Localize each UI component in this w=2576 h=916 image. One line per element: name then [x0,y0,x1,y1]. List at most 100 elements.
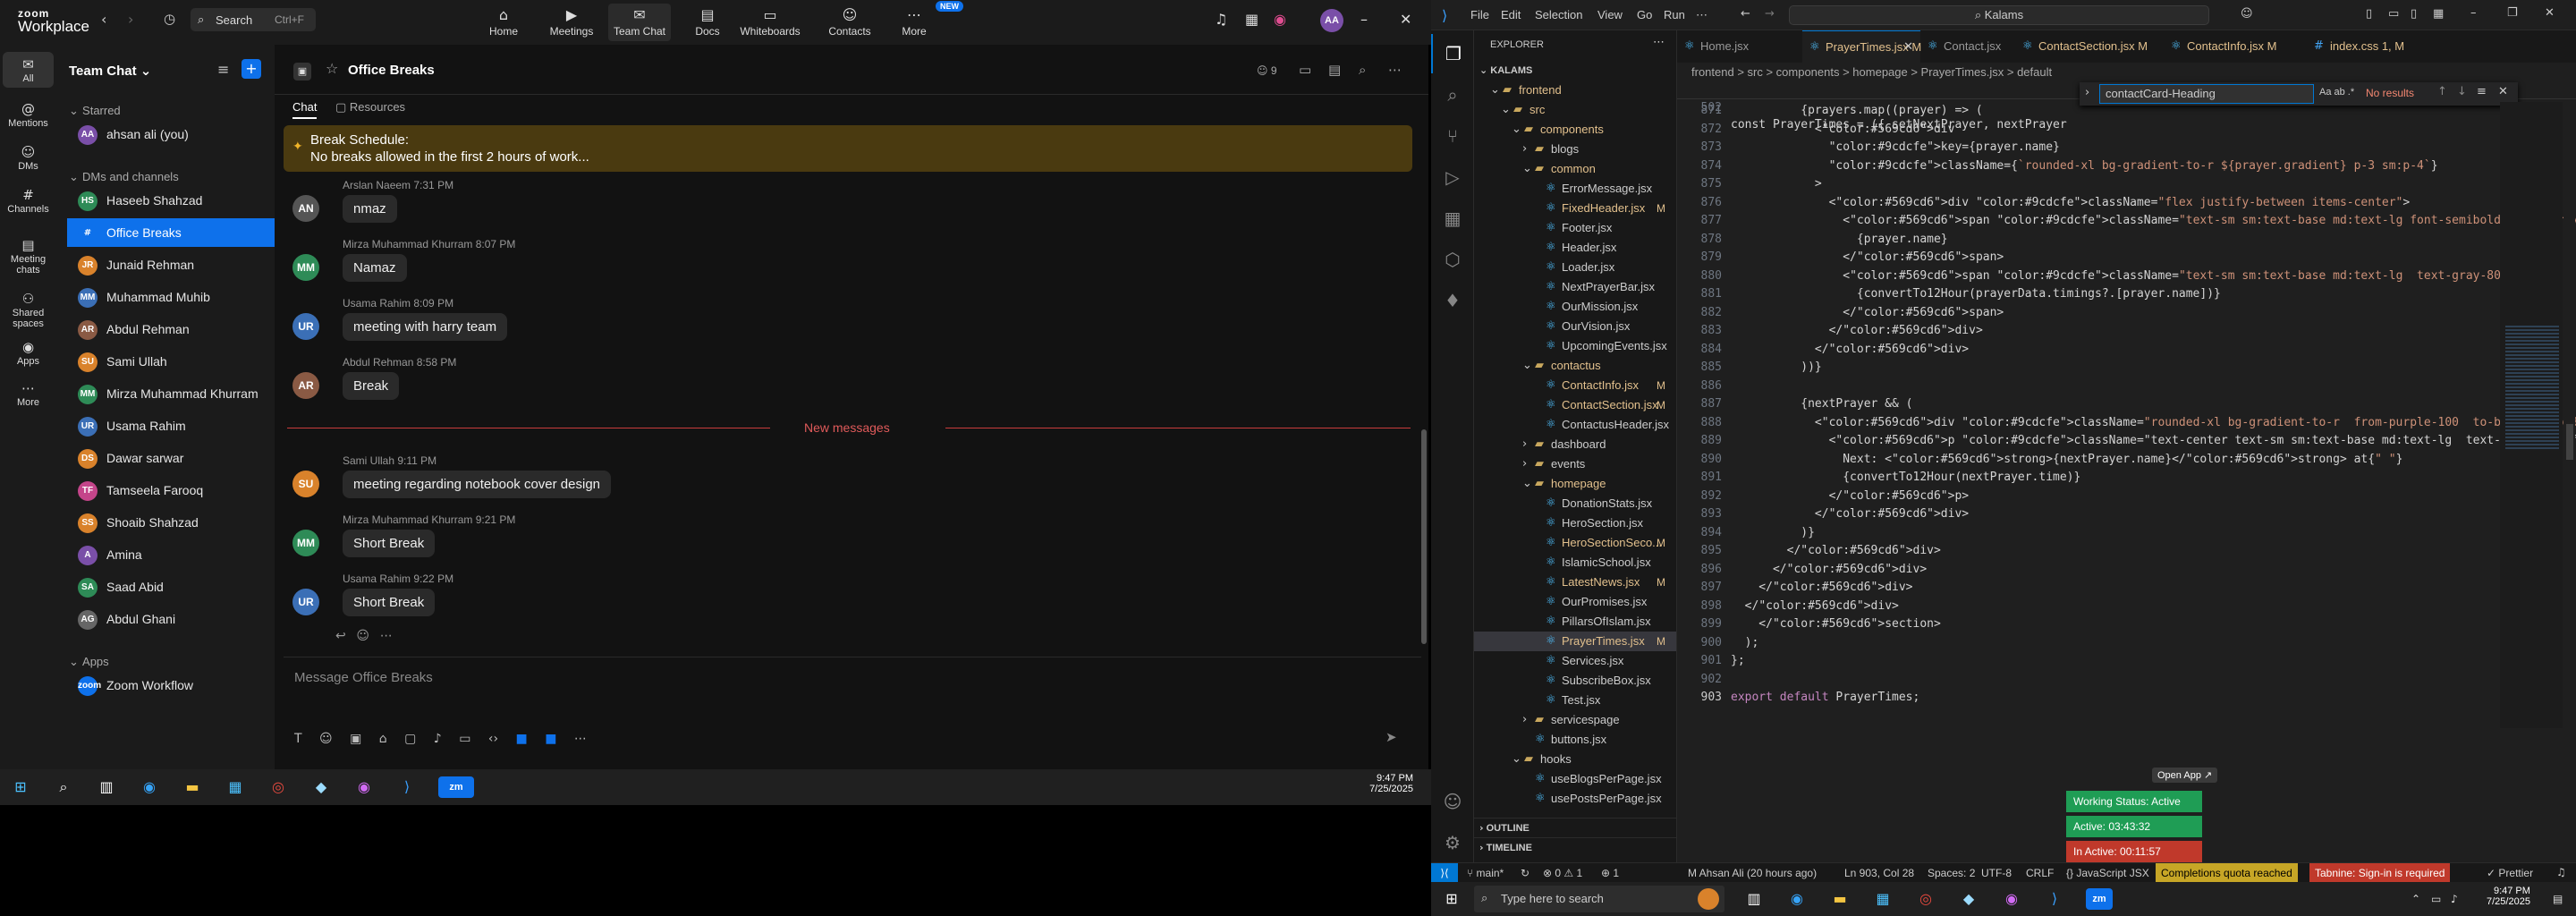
file-item[interactable]: ⚛ OurMission.jsx [1474,297,1676,317]
file-item[interactable]: ⚛ Footer.jsx [1474,218,1676,238]
rail-all[interactable]: ✉ All [3,52,54,88]
copilot-icon[interactable]: ☺ [2241,7,2253,21]
code-line[interactable]: 901}; [1677,652,2576,669]
code-line[interactable]: 884 </"color:#569cd6">div> [1677,341,2576,358]
code-line[interactable]: 902 [1677,671,2576,688]
conversation-active[interactable]: # Office Breaks [67,218,275,247]
git-blame[interactable]: M Ahsan Ali (20 hours ago) [1688,867,1817,879]
taskbar-search-icon[interactable]: ⌕ [52,776,75,798]
remote-indicator-icon[interactable]: ⟩⟨ [1431,863,1458,883]
volume-icon[interactable]: ♪ [2451,893,2458,905]
source-control-icon[interactable]: ⑂ [1431,116,1474,156]
avatar[interactable]: SU [292,471,319,497]
find-options[interactable]: Aa ab .* [2319,87,2354,98]
conversation-item[interactable]: MM Mirza Muhammad Khurram [67,379,275,408]
message-bubble[interactable]: Namaz [343,254,407,282]
profile-avatar[interactable]: AA [1320,9,1343,32]
folder-item[interactable]: ⌄ ▰ homepage [1474,474,1676,494]
find-expand-icon[interactable]: › [2085,86,2089,99]
send-icon[interactable]: ➤ [1385,729,1397,745]
layout-icon[interactable]: ▤ [1328,62,1341,78]
code-line[interactable]: 872 <"color:#569cd6">div [1677,121,2576,138]
network-icon[interactable]: ▭ [2431,893,2441,905]
mic-icon[interactable]: ♪ [434,732,442,746]
edge-icon[interactable]: ◉ [138,776,161,798]
conversation-item[interactable]: AG Abdul Ghani [67,605,275,633]
code-line[interactable]: 903 export default PrayerTimes; [1677,689,2576,706]
close-icon[interactable]: ✕ [1400,11,1411,28]
file-item[interactable]: ⚛ ErrorMessage.jsx [1474,179,1676,199]
nav-team-chat[interactable]: ✉ Team Chat [608,4,671,41]
conversation-item[interactable]: SA Saad Abid [67,572,275,601]
store-icon[interactable]: ▦ [224,776,247,798]
calendar-icon[interactable]: ▦ [1245,11,1258,28]
tab-resources[interactable]: ▢ Resources [335,100,405,114]
file-item[interactable]: ⚛ ContactSection.jsx M [1474,395,1676,415]
find-selection-icon[interactable]: ≡ [2477,85,2487,98]
chat-scrollbar[interactable] [1421,429,1427,644]
conversation-item[interactable]: SS Shoaib Shahzad [67,508,275,537]
message-bubble[interactable]: Break [343,372,400,400]
accounts-icon[interactable]: ☺ [1431,782,1474,821]
workspace-root[interactable]: ⌄ KALAMS [1474,61,1676,81]
code-line[interactable]: 888 <"color:#569cd6">div "color:#9cdcfe"… [1677,414,2576,431]
file-item[interactable]: ⚛ ContactusHeader.jsx [1474,415,1676,435]
code-line[interactable]: 873 "color:#9cdcfe">key={prayer.name} [1677,139,2576,156]
sync-icon[interactable]: ↻ [1521,867,1530,879]
conversation-item[interactable]: JR Junaid Rehman [67,250,275,279]
file-item[interactable]: ⚛ FixedHeader.jsx M [1474,199,1676,218]
conversation-item[interactable]: zoom Zoom Workflow [67,671,275,700]
message-more-icon[interactable]: ⋯ [380,629,393,643]
members-count[interactable]: ☺ 9 [1257,64,1277,77]
sender-name[interactable]: Sami Ullah [343,454,394,467]
conversation-item[interactable]: SU Sami Ullah [67,347,275,376]
nav-contacts[interactable]: ☺ Contacts [818,4,881,41]
task-view-icon[interactable]: ▥ [95,776,118,798]
ports-indicator[interactable]: ⊕ 1 [1601,867,1619,879]
remote-explorer-icon[interactable]: ⬡ [1431,240,1474,279]
file-item[interactable]: ⚛ DonationStats.jsx [1474,494,1676,513]
code-line[interactable]: 879 </"color:#569cd6">span> [1677,249,2576,266]
run-debug-icon[interactable]: ▷ [1431,157,1474,197]
extensions-icon[interactable]: ▦ [1431,199,1474,238]
zoom-icon[interactable]: zm [2086,888,2113,910]
nav-whiteboards[interactable]: ▭ Whiteboards [739,4,801,41]
file-item[interactable]: ⚛ HeroSection.jsx [1474,513,1676,533]
back-icon[interactable]: ‹ [101,11,106,28]
compose-more-icon[interactable]: ⋯ [574,732,587,746]
task-view-icon[interactable]: ▥ [1742,888,1766,910]
customize-layout-icon[interactable]: ▦ [2433,7,2444,21]
new-chat-icon[interactable]: + [242,59,261,79]
section-apps[interactable]: ⌄ Apps [69,655,109,669]
scrollbar-thumb[interactable] [2566,424,2573,460]
menu-item[interactable]: Go [1637,8,1652,21]
file-item[interactable]: ⚛ Header.jsx [1474,238,1676,258]
sender-name[interactable]: Usama Rahim [343,297,411,310]
code-line[interactable]: 881 {convertTo12Hour(prayerData.timings?… [1677,285,2576,302]
editor-tab[interactable]: # index.css 1, M [2307,30,2437,63]
cursor-position[interactable]: Ln 903, Col 28 [1844,867,1914,879]
conversation-item[interactable]: TF Tamseela Farooq [67,476,275,505]
search-channel-icon[interactable]: ⌕ [1359,62,1366,78]
code-editor[interactable]: 502 const PrayerTimes = ({ setNextPrayer… [1677,82,2576,708]
breadcrumb[interactable]: frontend > src > components > homepage >… [1677,63,2576,82]
avatar[interactable]: UR [292,589,319,615]
sender-name[interactable]: Usama Rahim [343,572,411,585]
folder-item[interactable]: ⌄ ▰ hooks [1474,750,1676,769]
file-item[interactable]: ⚛ buttons.jsx [1474,730,1676,750]
layout-panel-icon[interactable]: ▭ [2388,7,2399,21]
file-item[interactable]: ⚛ LatestNews.jsx M [1474,572,1676,592]
menu-item[interactable]: File [1470,8,1489,21]
avatar[interactable]: MM [292,254,319,281]
code-line[interactable]: 880 <"color:#569cd6">span "color:#9cdcfe… [1677,267,2576,284]
code-line[interactable]: 883 </"color:#569cd6">div> [1677,322,2576,339]
file-item[interactable]: ⚛ PrayerTimes.jsx M [1474,632,1676,651]
code-line[interactable]: 874 "color:#9cdcfe">className={`rounded-… [1677,157,2576,174]
code-line[interactable]: 894 )} [1677,524,2576,541]
code-line[interactable]: 885 ))} [1677,359,2576,376]
github-icon[interactable]: ◉ [2000,888,2023,910]
app-1-icon[interactable]: ■ [516,732,528,746]
tray-chevron-icon[interactable]: ⌃ [2411,893,2420,905]
vscode-minimize-icon[interactable]: – [2470,6,2477,20]
filter-icon[interactable]: ≡ [217,61,229,78]
